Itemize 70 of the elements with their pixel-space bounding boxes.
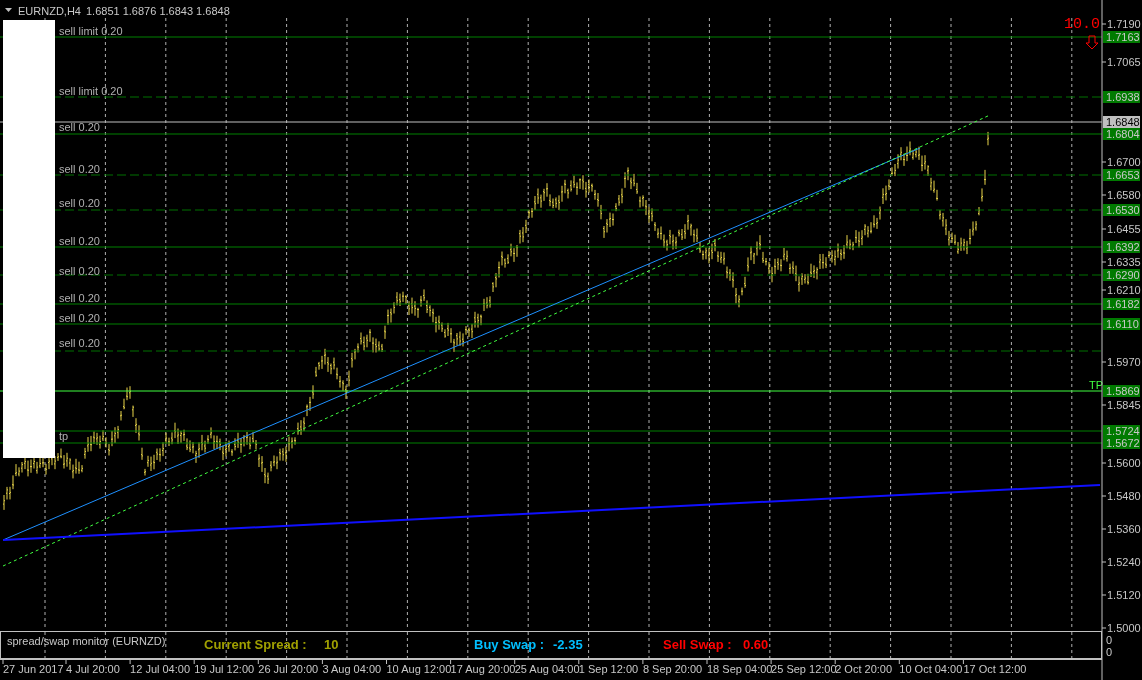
order-label: sell 0.20 xyxy=(59,235,100,247)
time-axis-label: 12 Jul 04:00 xyxy=(130,663,191,675)
sell-swap-label: Sell Swap : xyxy=(663,637,732,652)
order-label: tp xyxy=(59,430,69,442)
price-tag: 1.6530 xyxy=(1103,204,1140,216)
time-axis-label: 17 Aug 20:00 xyxy=(450,663,516,675)
price-tag: 1.5869 xyxy=(1103,385,1140,397)
tp-label: TP xyxy=(1089,379,1104,391)
price-axis-label: 1.6455 xyxy=(1107,223,1141,235)
time-axis-label: 26 Jul 20:00 xyxy=(258,663,319,675)
sell-swap-value: 0.60 xyxy=(743,637,769,652)
price-axis-label: 1.6700 xyxy=(1107,156,1141,168)
price-tag: 1.6653 xyxy=(1103,169,1140,181)
price-axis-label: 1.5240 xyxy=(1107,556,1141,568)
price-axis-label: 1.7065 xyxy=(1107,56,1141,68)
order-label: sell 0.20 xyxy=(59,292,100,304)
order-label: sell limit 0.20 xyxy=(59,85,123,97)
order-label: sell 0.20 xyxy=(59,121,100,133)
time-axis-label: 18 Sep 04:00 xyxy=(707,663,773,675)
order-label: sell 0.20 xyxy=(59,337,100,349)
price-axis-label: 1.5480 xyxy=(1107,490,1141,502)
time-axis-label: 3 Aug 04:00 xyxy=(322,663,382,675)
price-tag: 1.5672 xyxy=(1103,437,1140,449)
time-axis-label: 8 Sep 20:00 xyxy=(642,663,703,675)
chart-quotes: 1.6851 1.6876 1.6843 1.6848 xyxy=(86,5,230,17)
price-axis-label: 1.5120 xyxy=(1107,589,1141,601)
order-label: sell 0.20 xyxy=(59,163,100,175)
price-tag: 1.6804 xyxy=(1103,128,1140,140)
price-axis-label: 1.5360 xyxy=(1107,523,1141,535)
price-axis-label: 1.7190 xyxy=(1107,18,1141,30)
time-axis-label: 4 Jul 20:00 xyxy=(66,663,120,675)
price-axis-label: 1.5845 xyxy=(1107,399,1141,411)
buy-swap-label: Buy Swap : xyxy=(474,637,545,652)
spread-display: 10.0 xyxy=(1064,16,1100,33)
price-axis-label: 1.5000 xyxy=(1107,622,1141,634)
time-axis-label: 25 Sep 12:00 xyxy=(771,663,837,675)
chart-symbol: EURNZD,H4 xyxy=(18,5,81,17)
time-axis-label: 17 Oct 12:00 xyxy=(963,663,1027,675)
price-tag: 1.6290 xyxy=(1103,269,1140,281)
price-tag: 1.6110 xyxy=(1103,318,1140,330)
price-tag: 1.6182 xyxy=(1103,298,1140,310)
time-axis-label: 10 Aug 12:00 xyxy=(386,663,452,675)
buy-swap-value: -2.35 xyxy=(553,637,583,652)
time-axis-label: 10 Oct 04:00 xyxy=(899,663,963,675)
order-label: sell 0.20 xyxy=(59,265,100,277)
dropdown-icon xyxy=(5,8,12,12)
order-label: sell 0.20 xyxy=(59,197,100,209)
price-tag: 1.5724 xyxy=(1103,425,1140,437)
indicator-title: spread/swap monitor (EURNZD) xyxy=(7,635,166,647)
time-axis-label: 25 Aug 04:00 xyxy=(514,663,580,675)
price-axis-label: 1.6335 xyxy=(1107,256,1141,268)
time-axis-label: 27 Jun 2017 xyxy=(3,663,64,675)
time-axis-label: 1 Sep 12:00 xyxy=(578,663,639,675)
order-label: sell 0.20 xyxy=(59,312,100,324)
spread-label: Current Spread : xyxy=(204,637,307,652)
price-axis-label: 1.6580 xyxy=(1107,189,1141,201)
price-tag: 1.7163 xyxy=(1103,31,1140,43)
price-axis-label: 1.5600 xyxy=(1107,457,1141,469)
time-axis-label: 2 Oct 20:00 xyxy=(835,663,893,675)
time-axis-label: 19 Jul 12:00 xyxy=(194,663,255,675)
price-tag: 1.6938 xyxy=(1103,91,1140,103)
down-arrow-icon xyxy=(1085,35,1099,50)
price-tag: 1.6392 xyxy=(1103,241,1140,253)
order-label: sell limit 0.20 xyxy=(59,25,123,37)
indicator-axis-label: 0 xyxy=(1106,634,1113,646)
price-axis-label: 1.6210 xyxy=(1107,284,1141,296)
price-axis-label: 1.5970 xyxy=(1107,356,1141,368)
indicator-axis-label: 0 xyxy=(1106,646,1113,658)
spread-value: 10 xyxy=(324,637,339,652)
current-price-tag: 1.6848 xyxy=(1103,116,1140,128)
